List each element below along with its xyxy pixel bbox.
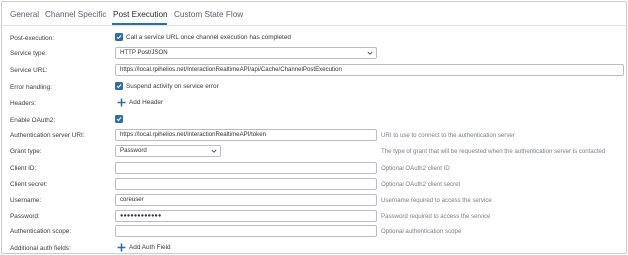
active-tab-indicator: [112, 23, 167, 25]
username-input[interactable]: coreuser: [115, 194, 377, 206]
username-hint: Username required to access the service: [381, 197, 492, 204]
post-execution-row: Post-execution: Call a service URL once …: [2, 32, 628, 46]
plus-icon: [117, 243, 126, 252]
client-id-label: Client ID:: [10, 165, 37, 172]
grant-type-select[interactable]: Password: [115, 145, 221, 157]
check-icon: [116, 117, 122, 122]
auth-server-hint: URI to use to connect to the authenticat…: [381, 132, 515, 139]
check-icon: [116, 35, 122, 40]
password-label: Password:: [10, 213, 40, 220]
password-hint: Password required to access the service: [381, 213, 491, 220]
check-icon: [116, 84, 122, 89]
enable-oauth2-row: Enable OAuth2:: [2, 114, 628, 128]
chevron-down-icon: [367, 51, 373, 55]
chevron-down-icon: [211, 149, 217, 153]
add-auth-field-label: Add Auth Field: [129, 244, 171, 251]
client-secret-input[interactable]: [115, 178, 377, 190]
tab-general[interactable]: General: [10, 10, 39, 19]
add-header-label: Add Header: [129, 99, 164, 106]
service-type-label: Service type:: [10, 50, 47, 57]
additional-auth-row: Additional auth fields: Add Auth Field: [2, 242, 628, 255]
auth-server-input[interactable]: https://local.rpihelios.net/InteractionR…: [115, 129, 377, 141]
grant-type-row: Grant type: Password The type of grant t…: [2, 145, 628, 159]
error-handling-row: Error handling: Suspend activity on serv…: [2, 81, 628, 95]
tab-custom-state-flow[interactable]: Custom State Flow: [174, 10, 243, 19]
add-header-button[interactable]: Add Header: [115, 97, 175, 108]
service-url-row: Service URL: https://local.rpihelios.net…: [2, 64, 628, 78]
client-secret-row: Client secret: Optional OAuth2 client se…: [2, 178, 628, 192]
client-id-input[interactable]: [115, 162, 377, 174]
additional-auth-label: Additional auth fields:: [10, 245, 71, 252]
enable-oauth2-checkbox[interactable]: [115, 115, 123, 123]
add-auth-field-button[interactable]: Add Auth Field: [115, 242, 181, 253]
post-execution-checkbox-label: Call a service URL once channel executio…: [126, 34, 291, 41]
service-url-input[interactable]: https://local.rpihelios.net/InteractionR…: [115, 64, 624, 76]
error-handling-checkbox[interactable]: [115, 82, 123, 90]
tab-divider: [2, 25, 628, 26]
error-handling-checkbox-label: Suspend activity on service error: [126, 83, 219, 90]
auth-scope-hint: Optional authentication scope: [381, 228, 462, 235]
auth-server-row: Authentication server URI: https://local…: [2, 129, 628, 143]
tab-post-execution[interactable]: Post Execution: [113, 10, 168, 19]
post-execution-label: Post-execution:: [10, 35, 55, 42]
post-execution-checkbox[interactable]: [115, 33, 123, 41]
auth-server-label: Authentication server URI:: [10, 132, 85, 139]
grant-type-hint: The type of grant that will be requested…: [381, 148, 606, 155]
service-type-select[interactable]: HTTP Post/JSON: [115, 47, 377, 59]
post-execution-panel: General Channel Specific Post Execution …: [1, 1, 628, 255]
tab-bar: General Channel Specific Post Execution …: [2, 2, 628, 26]
client-id-row: Client ID: Optional OAuth2 client ID: [2, 162, 628, 176]
client-id-hint: Optional OAuth2 client ID: [381, 165, 450, 172]
username-row: Username: coreuser Username required to …: [2, 194, 628, 208]
password-row: Password: ●●●●●●●●●●●● Password required…: [2, 210, 628, 224]
enable-oauth2-label: Enable OAuth2:: [10, 117, 56, 124]
service-type-value: HTTP Post/JSON: [120, 49, 168, 56]
auth-scope-row: Authentication scope: Optional authentic…: [2, 225, 628, 239]
plus-icon: [117, 98, 126, 107]
client-secret-label: Client secret:: [10, 181, 48, 188]
password-input[interactable]: ●●●●●●●●●●●●: [115, 210, 377, 222]
error-handling-label: Error handling:: [10, 84, 52, 91]
grant-type-value: Password: [120, 147, 147, 154]
username-label: Username:: [10, 197, 42, 204]
grant-type-label: Grant type:: [10, 148, 42, 155]
client-secret-hint: Optional OAuth2 client secret: [381, 181, 461, 188]
auth-scope-label: Authentication scope:: [10, 228, 72, 235]
headers-label: Headers:: [10, 100, 36, 107]
auth-scope-input[interactable]: [115, 225, 377, 237]
service-url-label: Service URL:: [10, 67, 48, 74]
tab-channel-specific[interactable]: Channel Specific: [45, 10, 106, 19]
service-type-row: Service type: HTTP Post/JSON: [2, 47, 628, 61]
headers-row: Headers: Add Header: [2, 97, 628, 111]
